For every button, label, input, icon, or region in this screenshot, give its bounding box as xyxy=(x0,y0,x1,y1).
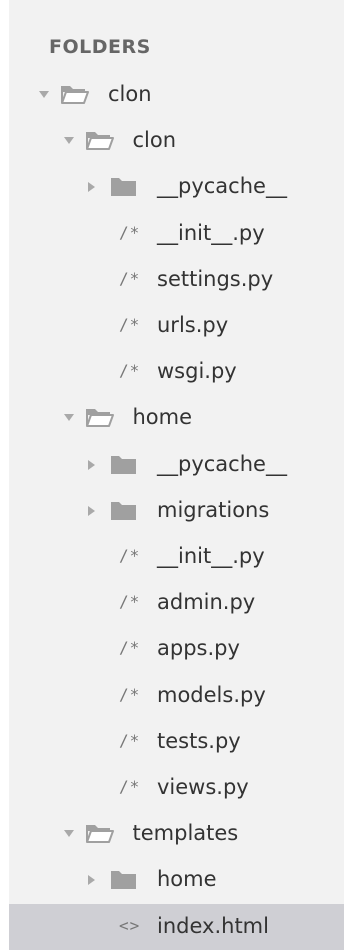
tree-item-label: views.py xyxy=(157,775,249,799)
folders-header: FOLDERS xyxy=(49,36,151,58)
tree-folder-home[interactable]: home xyxy=(9,857,344,903)
comment-file-icon: /* xyxy=(119,731,141,750)
disclosure-collapsed-icon[interactable] xyxy=(88,460,95,470)
tree-item-label: __init__.py xyxy=(157,221,265,245)
tree-item-label: apps.py xyxy=(157,636,240,660)
comment-file-icon: /* xyxy=(119,546,141,565)
comment-file-icon: /* xyxy=(119,315,141,334)
comment-file-icon: /* xyxy=(119,638,141,657)
comment-file-icon: /* xyxy=(119,777,141,796)
tree-file-urls-py[interactable]: /* urls.py xyxy=(9,303,344,349)
folder-open-icon xyxy=(85,406,114,430)
comment-file-icon: /* xyxy=(119,685,141,704)
tree-item-label: home xyxy=(132,405,193,429)
tree-file-views-py[interactable]: /* views.py xyxy=(9,765,344,811)
tree-file-admin-py[interactable]: /* admin.py xyxy=(9,580,344,626)
tree-item-label: templates xyxy=(132,821,239,845)
tree-file-apps-py[interactable]: /* apps.py xyxy=(9,626,344,672)
folder-open-icon xyxy=(85,129,114,153)
tree-file-index-html[interactable]: <> index.html xyxy=(9,904,344,950)
tree-file-init-py[interactable]: /* __init__.py xyxy=(9,534,344,580)
disclosure-collapsed-icon[interactable] xyxy=(88,506,95,516)
disclosure-expanded-icon[interactable] xyxy=(63,137,74,144)
tree-file-init-py[interactable]: /* __init__.py xyxy=(9,211,344,257)
folder-closed-icon xyxy=(110,175,138,199)
tree-folder-clon[interactable]: clon xyxy=(9,118,344,164)
tree-item-label: admin.py xyxy=(157,590,256,614)
tree-item-label: wsgi.py xyxy=(157,359,237,383)
tree-folder-pycache[interactable]: __pycache__ xyxy=(9,442,344,488)
disclosure-expanded-icon[interactable] xyxy=(63,830,74,837)
disclosure-collapsed-icon[interactable] xyxy=(88,875,95,885)
comment-file-icon: /* xyxy=(119,223,141,242)
tree-item-label: __pycache__ xyxy=(157,174,287,198)
tree-folder-pycache[interactable]: __pycache__ xyxy=(9,164,344,210)
comment-file-icon: /* xyxy=(119,592,141,611)
tree-item-label: __init__.py xyxy=(157,544,265,568)
comment-file-icon: /* xyxy=(119,361,141,380)
disclosure-collapsed-icon[interactable] xyxy=(88,182,95,192)
sidebar: FOLDERS clon clon __pycache__ /* __init__.py… xyxy=(9,0,344,950)
tree-item-label: tests.py xyxy=(157,729,241,753)
tree-item-label: urls.py xyxy=(157,313,229,337)
folder-closed-icon xyxy=(110,868,138,892)
folder-open-icon xyxy=(85,822,114,846)
tree-item-label: models.py xyxy=(157,683,266,707)
tree-file-tests-py[interactable]: /* tests.py xyxy=(9,719,344,765)
tree-file-wsgi-py[interactable]: /* wsgi.py xyxy=(9,349,344,395)
tree-item-label: clon xyxy=(108,82,152,106)
tree-file-settings-py[interactable]: /* settings.py xyxy=(9,257,344,303)
tree-folder-clon[interactable]: clon xyxy=(9,72,344,118)
tree-item-label: settings.py xyxy=(157,267,274,291)
tree-item-label: __pycache__ xyxy=(157,452,287,476)
tree-item-label: clon xyxy=(132,128,177,152)
folder-closed-icon xyxy=(110,453,138,477)
tree-folder-templates[interactable]: templates xyxy=(9,811,344,857)
tree-item-label: migrations xyxy=(157,498,270,522)
tree-item-label: home xyxy=(157,867,217,891)
folder-closed-icon xyxy=(110,499,138,523)
tree-file-models-py[interactable]: /* models.py xyxy=(9,673,344,719)
html-file-icon: <> xyxy=(119,916,141,935)
tree-folder-home[interactable]: home xyxy=(9,395,344,441)
tree-item-label: index.html xyxy=(157,914,269,938)
folder-open-icon xyxy=(61,83,89,107)
tree-folder-migrations[interactable]: migrations xyxy=(9,488,344,534)
comment-file-icon: /* xyxy=(119,269,141,288)
disclosure-expanded-icon[interactable] xyxy=(39,91,49,98)
disclosure-expanded-icon[interactable] xyxy=(63,414,74,421)
